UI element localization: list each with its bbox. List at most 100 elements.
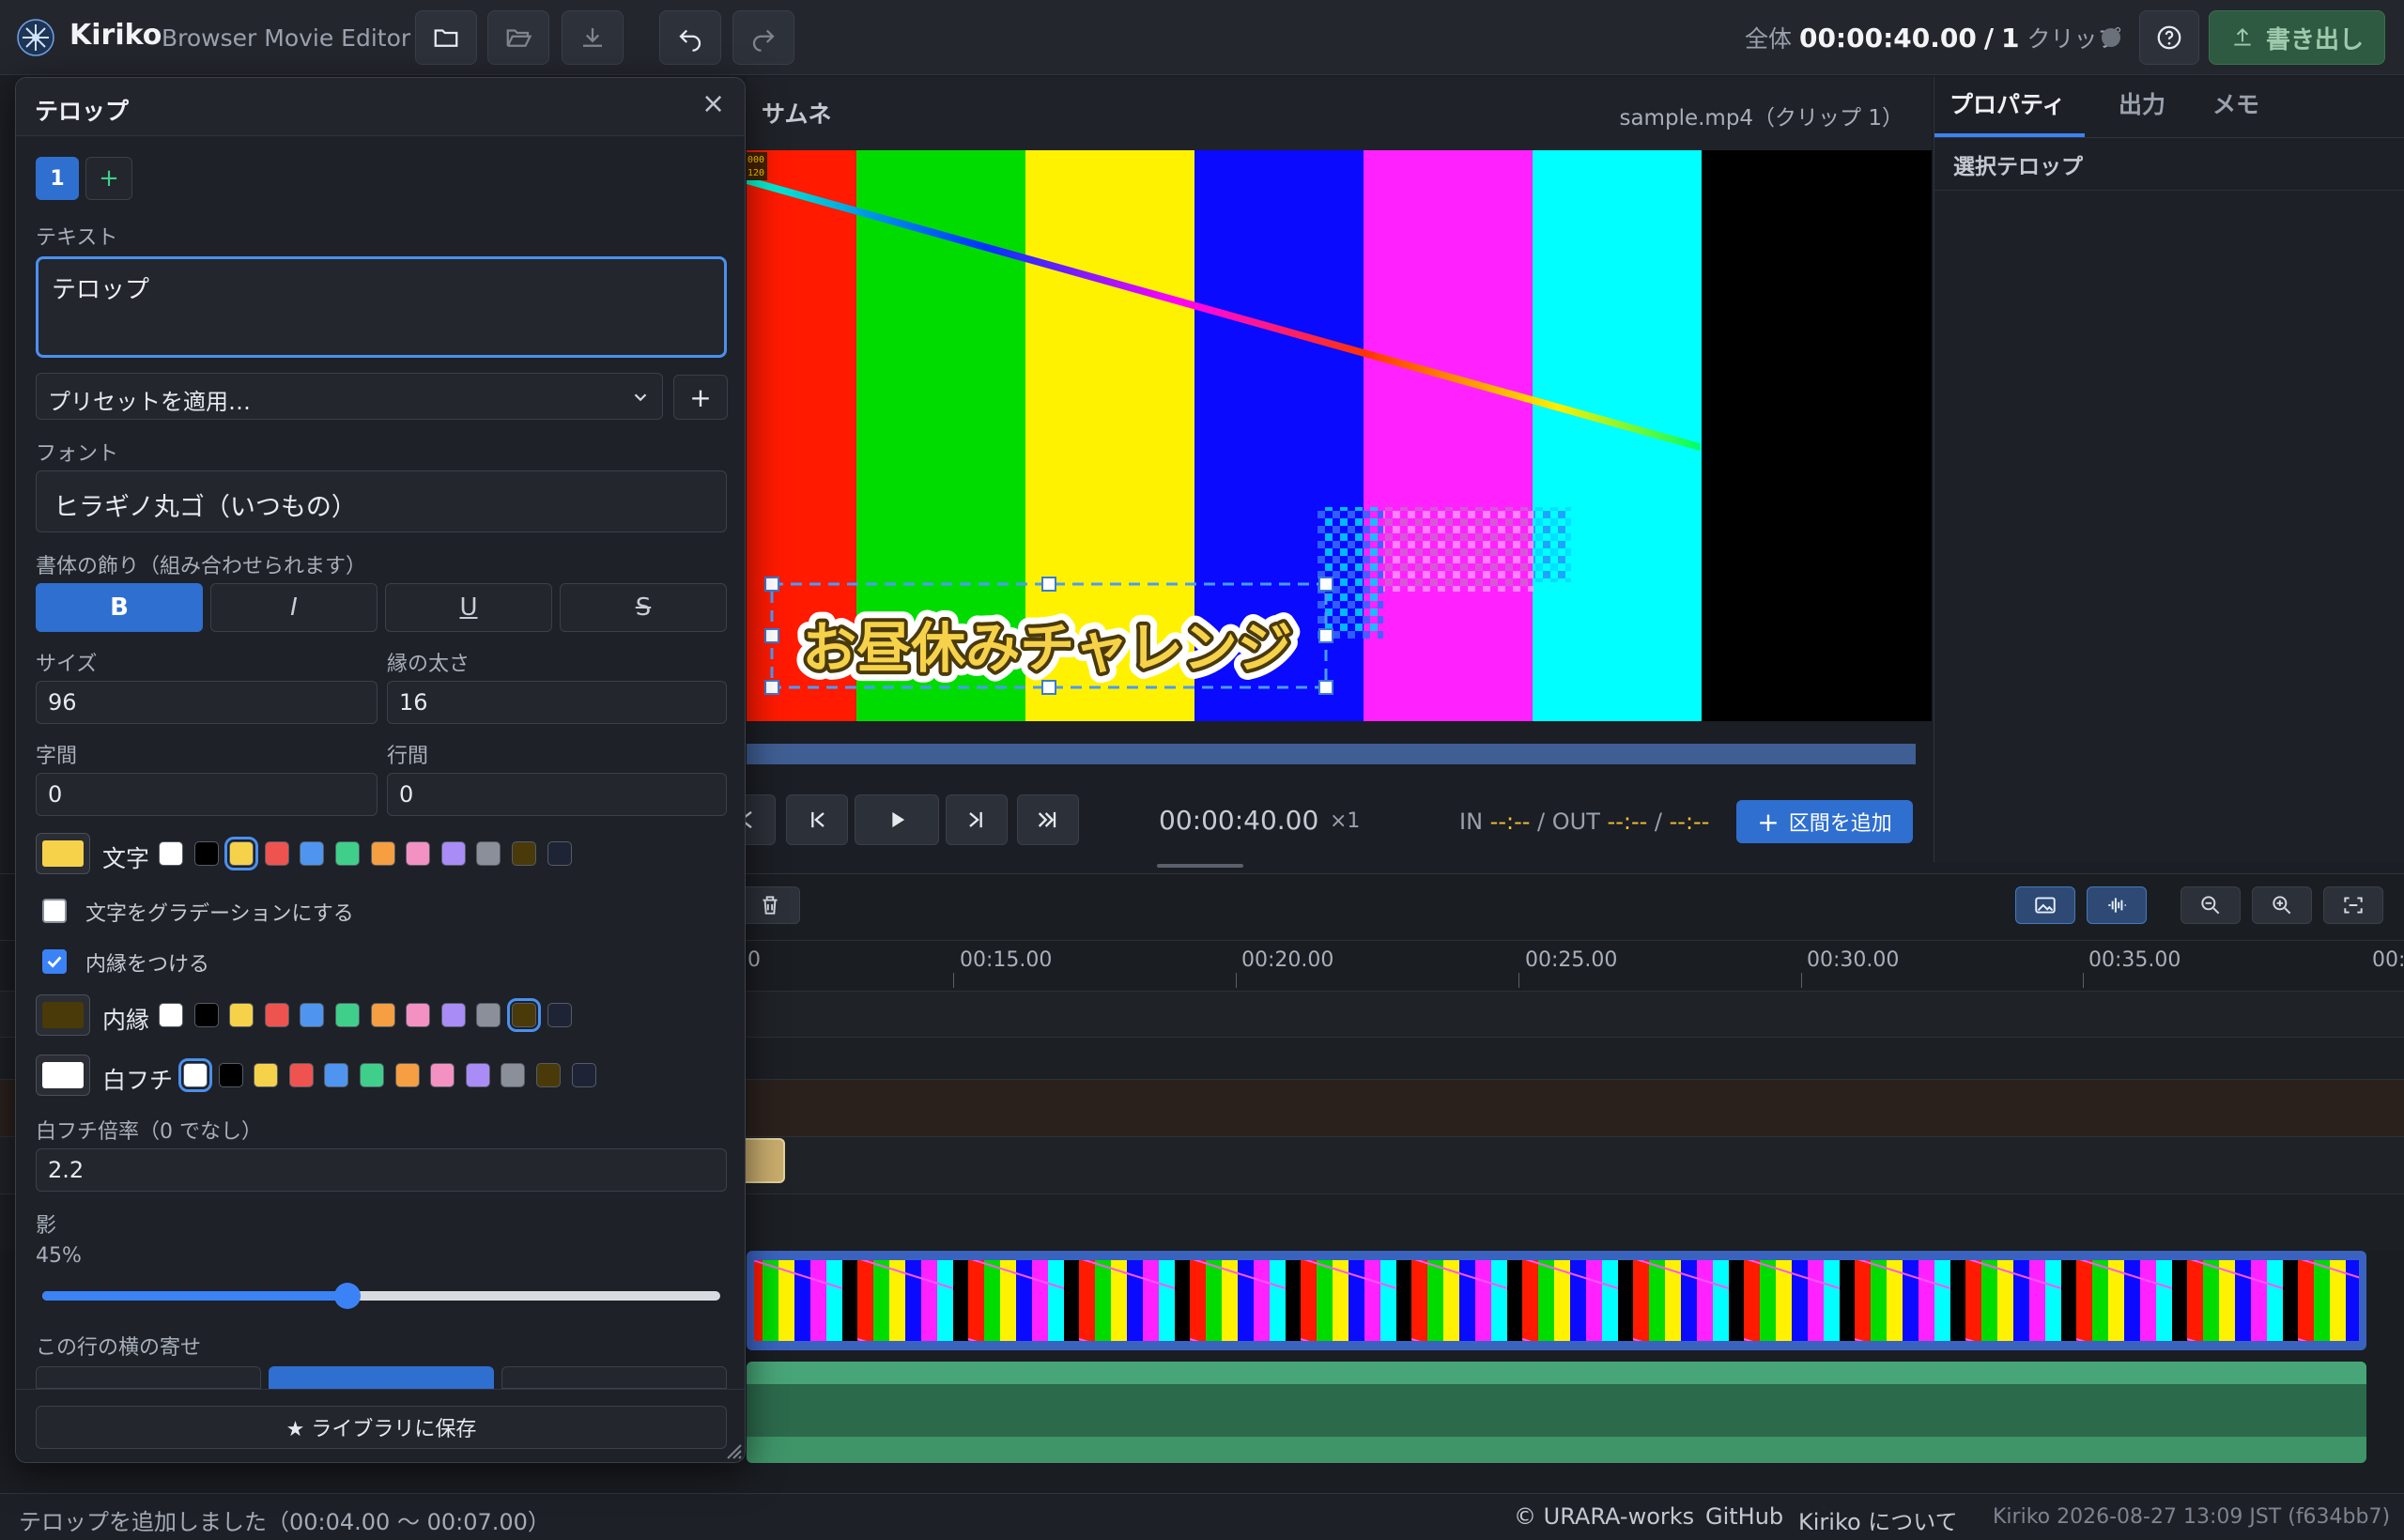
next-frame-button[interactable]	[946, 794, 1008, 845]
video-clip[interactable]	[747, 1251, 2366, 1350]
color-swatch[interactable]	[465, 1063, 490, 1087]
playback-speed[interactable]: ×1	[1330, 809, 1360, 833]
video-preview[interactable]: 000 120 お昼休みチャレンジ お昼休みチャレンジ	[747, 150, 1932, 721]
undo-button[interactable]	[659, 10, 721, 65]
white-border-color-picker[interactable]	[36, 1055, 90, 1096]
shadow-slider-track[interactable]	[42, 1283, 720, 1309]
color-swatch[interactable]	[406, 1003, 431, 1027]
font-select[interactable]: ヒラギノ丸ゴ（いつもの）	[36, 470, 727, 532]
align-right-button[interactable]	[501, 1366, 727, 1389]
line-height-input[interactable]: 0	[387, 773, 727, 816]
bold-button[interactable]: B	[36, 583, 203, 632]
download-button[interactable]	[562, 10, 624, 65]
redo-button[interactable]	[732, 10, 794, 65]
color-swatch[interactable]	[507, 998, 541, 1032]
color-swatch[interactable]	[370, 1003, 395, 1027]
color-swatch[interactable]	[300, 841, 325, 866]
tab-memo[interactable]: メモ	[2212, 86, 2259, 120]
color-swatch[interactable]	[224, 837, 259, 870]
white-border-scale-input[interactable]: 2.2	[36, 1148, 727, 1192]
preview-tab[interactable]: サムネ	[762, 96, 832, 130]
export-button[interactable]: 書き出し	[2209, 10, 2385, 65]
color-swatch[interactable]	[536, 1063, 561, 1087]
prev-frame-button[interactable]	[786, 794, 848, 845]
add-range-button[interactable]: + 区間を追加	[1736, 800, 1913, 843]
inner-stroke-checkbox[interactable]	[42, 949, 67, 974]
about-link[interactable]: Kiriko について	[1798, 1503, 1958, 1536]
open-project-button[interactable]	[487, 10, 549, 65]
color-swatch[interactable]	[394, 1063, 420, 1087]
color-swatch[interactable]	[512, 841, 536, 866]
color-swatch[interactable]	[193, 841, 219, 866]
color-swatch[interactable]	[193, 1003, 219, 1027]
thumbnail-toggle-button[interactable]	[2015, 886, 2075, 924]
underline-button[interactable]: U	[385, 583, 552, 632]
color-swatch[interactable]	[476, 841, 501, 866]
save-to-library-button[interactable]: ★ ライブラリに保存	[36, 1406, 727, 1449]
color-swatch[interactable]	[300, 1003, 325, 1027]
delete-button[interactable]	[740, 886, 800, 924]
color-swatch[interactable]	[430, 1063, 455, 1087]
color-swatch[interactable]	[406, 841, 431, 866]
play-button[interactable]	[855, 794, 939, 845]
waveform-toggle-button[interactable]	[2087, 886, 2147, 924]
fit-view-button[interactable]	[2323, 886, 2383, 924]
frame-counter-bottom: 120	[747, 168, 764, 178]
color-swatch[interactable]	[159, 1003, 183, 1027]
telop-panel-header[interactable]: テロップ ×	[16, 78, 745, 136]
color-swatch[interactable]	[264, 1003, 289, 1027]
color-swatch[interactable]	[229, 1003, 254, 1027]
add-telop-tab-button[interactable]: +	[85, 157, 132, 200]
zoom-out-button[interactable]	[2181, 886, 2241, 924]
color-swatch[interactable]	[159, 841, 183, 866]
telop-text-input[interactable]: テロップ	[36, 256, 727, 358]
color-swatch[interactable]	[370, 841, 395, 866]
total-time: 00:00:40.00	[1798, 23, 1977, 54]
color-swatch[interactable]	[440, 841, 466, 866]
color-swatch[interactable]	[178, 1058, 212, 1092]
color-swatch[interactable]	[571, 1063, 596, 1087]
resize-grip[interactable]	[1157, 864, 1243, 868]
resize-corner-icon[interactable]	[722, 1440, 743, 1460]
shadow-slider-thumb[interactable]	[333, 1283, 361, 1309]
zoom-in-button[interactable]	[2252, 886, 2312, 924]
color-swatch[interactable]	[335, 1003, 360, 1027]
color-swatch[interactable]	[218, 1063, 243, 1087]
gradient-checkbox[interactable]	[42, 899, 67, 923]
color-swatch[interactable]	[360, 1063, 384, 1087]
color-swatch[interactable]	[335, 841, 360, 866]
strikethrough-button[interactable]: S	[560, 583, 727, 632]
go-to-end-button[interactable]	[1017, 794, 1079, 845]
color-swatch[interactable]	[264, 841, 289, 866]
copyright-link[interactable]: © URARA-works	[1514, 1503, 1694, 1530]
color-swatch[interactable]	[547, 841, 572, 866]
color-swatch[interactable]	[501, 1063, 526, 1087]
audio-clip[interactable]	[747, 1362, 2366, 1463]
color-swatch[interactable]	[288, 1063, 314, 1087]
size-input[interactable]: 96	[36, 681, 378, 724]
letter-spacing-input[interactable]: 0	[36, 773, 378, 816]
color-swatch[interactable]	[440, 1003, 466, 1027]
italic-button[interactable]: I	[210, 583, 378, 632]
seek-bar[interactable]	[747, 744, 1916, 764]
inner-stroke-color-picker[interactable]	[36, 994, 90, 1036]
align-left-button[interactable]	[36, 1366, 261, 1389]
align-center-button[interactable]	[269, 1366, 494, 1389]
close-icon[interactable]: ×	[701, 87, 725, 120]
stroke-width-input[interactable]: 16	[387, 681, 727, 724]
tab-output[interactable]: 出力	[2119, 86, 2165, 120]
color-swatch[interactable]	[547, 1003, 572, 1027]
save-preset-button[interactable]: +	[673, 375, 728, 420]
github-link[interactable]: GitHub	[1705, 1503, 1783, 1530]
color-swatch[interactable]	[324, 1063, 349, 1087]
preset-select[interactable]: プリセットを適用…	[36, 373, 663, 420]
tab-properties[interactable]: プロパティ	[1949, 86, 2066, 120]
text-color-picker[interactable]	[36, 833, 90, 874]
telop-clip[interactable]	[740, 1138, 785, 1183]
telop-tab-1[interactable]: 1	[36, 157, 79, 200]
telop-text[interactable]: お昼休みチャレンジ	[798, 612, 1295, 684]
color-swatch[interactable]	[476, 1003, 501, 1027]
new-project-button[interactable]	[415, 10, 477, 65]
help-button[interactable]	[2139, 10, 2199, 65]
color-swatch[interactable]	[254, 1063, 279, 1087]
